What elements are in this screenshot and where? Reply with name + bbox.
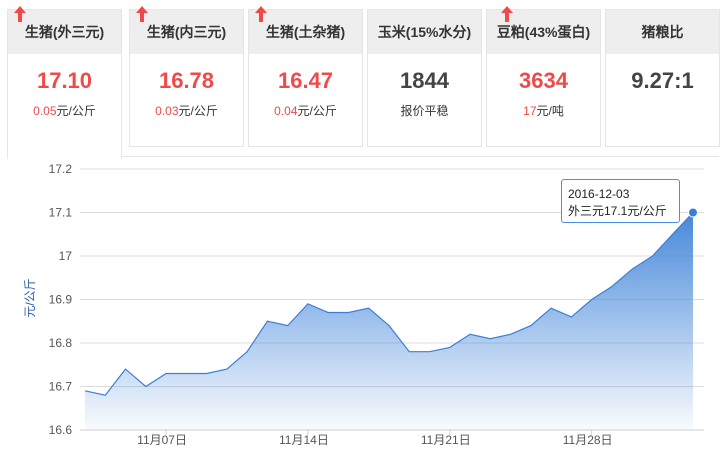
- y-tick-label: 16.7: [49, 380, 73, 394]
- card-pig-waisanyuan[interactable]: 生猪(外三元) 17.10 0.05元/公斤: [7, 6, 122, 159]
- card-change: 0.05元/公斤: [33, 104, 96, 118]
- y-tick-label: 16.6: [49, 423, 73, 437]
- x-tick-label: 11月21日: [421, 433, 471, 447]
- y-axis-label: 元/公斤: [23, 278, 37, 317]
- tooltip-date: 2016-12-03: [568, 187, 630, 201]
- x-tick-label: 11月07日: [137, 433, 187, 447]
- y-tick-label: 16.9: [49, 293, 73, 307]
- arrow-up-icon: [14, 6, 26, 22]
- tooltip-text: 外三元17.1元/公斤: [568, 204, 667, 218]
- highlight-point[interactable]: [688, 207, 698, 218]
- y-tick-label: 16.8: [49, 336, 73, 350]
- y-tick-label: 17: [59, 249, 73, 263]
- chart-tooltip: 2016-12-03 外三元17.1元/公斤: [561, 179, 680, 223]
- x-tick-label: 11月14日: [279, 433, 329, 447]
- area-fill: [85, 212, 693, 430]
- x-tick-label: 11月28日: [563, 433, 613, 447]
- y-tick-label: 17.2: [49, 162, 73, 176]
- y-tick-label: 17.1: [49, 206, 73, 220]
- card-value: 17.10: [8, 6, 121, 94]
